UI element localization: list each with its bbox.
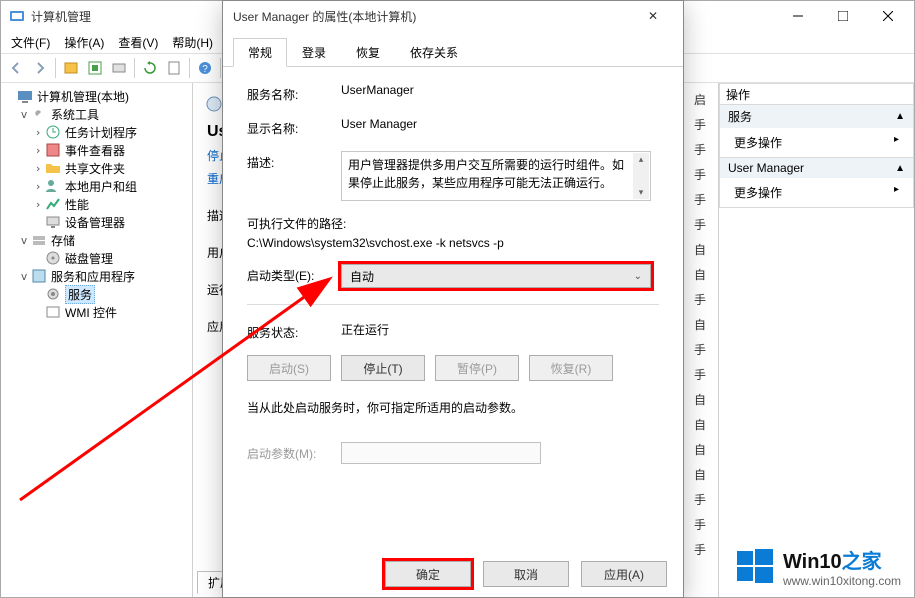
device-icon	[45, 214, 61, 230]
dialog-tabs: 常规 登录 恢复 依存关系	[223, 31, 683, 67]
description-box[interactable]: 用户管理器提供多用户交互所需要的运行时组件。如果停止此服务，某些应用程序可能无法…	[341, 151, 651, 201]
svg-text:?: ?	[202, 64, 208, 75]
tree-wmi[interactable]: WMI 控件	[65, 304, 117, 321]
tree-storage[interactable]: 存储	[51, 232, 75, 249]
action-more-1[interactable]: 更多操作▸	[720, 128, 913, 157]
tab-dependencies[interactable]: 依存关系	[395, 38, 473, 67]
tree-root[interactable]: 计算机管理(本地)	[37, 88, 129, 105]
action-section-usermanager[interactable]: User Manager▲	[720, 158, 913, 178]
params-note: 当从此处启动服务时，你可指定所适用的启动参数。	[247, 399, 659, 416]
action-header: 操作	[719, 83, 914, 105]
collapse-icon: ▲	[895, 111, 905, 122]
start-service-button: 启动(S)	[247, 355, 331, 381]
action-section-services[interactable]: 服务▲	[720, 105, 913, 128]
tb-icon-2[interactable]	[84, 57, 106, 79]
resume-service-button: 恢复(R)	[529, 355, 613, 381]
tb-icon-1[interactable]	[60, 57, 82, 79]
startup-type-value: 自动	[350, 268, 374, 285]
label-description: 描述:	[247, 151, 341, 171]
clock-icon	[45, 124, 61, 140]
tree-disk-mgmt[interactable]: 磁盘管理	[65, 250, 113, 267]
maximize-button[interactable]	[820, 2, 865, 30]
folder-icon	[45, 160, 61, 176]
refresh-button[interactable]	[139, 57, 161, 79]
label-startup-type: 启动类型(E):	[247, 264, 341, 284]
close-button[interactable]	[865, 2, 910, 30]
service-properties-dialog: User Manager 的属性(本地计算机) ✕ 常规 登录 恢复 依存关系 …	[222, 0, 684, 598]
label-start-params: 启动参数(M):	[247, 442, 341, 462]
action-more-2[interactable]: 更多操作▸	[720, 178, 913, 207]
chevron-down-icon: ⌄	[634, 271, 642, 282]
win10-logo-icon	[735, 547, 775, 587]
tree-performance[interactable]: 性能	[65, 196, 89, 213]
back-button[interactable]	[5, 57, 27, 79]
menu-action[interactable]: 操作(A)	[58, 32, 110, 53]
label-status: 服务状态:	[247, 321, 341, 341]
wmi-icon	[45, 304, 61, 320]
start-params-input	[341, 442, 541, 464]
tree-task-scheduler[interactable]: 任务计划程序	[65, 124, 137, 141]
storage-icon	[31, 232, 47, 248]
computer-icon	[17, 88, 33, 104]
value-display-name: User Manager	[341, 117, 659, 131]
ok-button[interactable]: 确定	[385, 561, 471, 587]
event-icon	[45, 142, 61, 158]
forward-button[interactable]	[29, 57, 51, 79]
stop-service-button[interactable]: 停止(T)	[341, 355, 425, 381]
tree-services-apps[interactable]: 服务和应用程序	[51, 268, 135, 285]
users-icon	[45, 178, 61, 194]
tree-pane: 计算机管理(本地) v系统工具 ›任务计划程序 ›事件查看器 ›共享文件夹 ›本…	[1, 83, 193, 597]
tree-shared-folders[interactable]: 共享文件夹	[65, 160, 125, 177]
menu-help[interactable]: 帮助(H)	[166, 32, 219, 53]
label-service-name: 服务名称:	[247, 83, 341, 103]
cancel-button[interactable]: 取消	[483, 561, 569, 587]
pause-service-button: 暂停(P)	[435, 355, 519, 381]
tab-general[interactable]: 常规	[233, 38, 287, 67]
help-button[interactable]: ?	[194, 57, 216, 79]
apply-button[interactable]: 应用(A)	[581, 561, 667, 587]
wrench-icon	[31, 106, 47, 122]
label-display-name: 显示名称:	[247, 117, 341, 137]
value-service-name: UserManager	[341, 83, 659, 97]
value-status: 正在运行	[341, 321, 659, 338]
minimize-button[interactable]	[775, 2, 820, 30]
tree-local-users[interactable]: 本地用户和组	[65, 178, 137, 195]
tree-device-manager[interactable]: 设备管理器	[65, 214, 125, 231]
startup-type-column-slice: 启 手 手 手 手 手 自 自 手 自 手 手 自 自 自 自 手 手 手	[694, 85, 718, 597]
services-header-icon	[205, 95, 223, 113]
dialog-title: User Manager 的属性(本地计算机)	[233, 8, 416, 25]
action-pane: 操作 服务▲ 更多操作▸ User Manager▲ 更多操作▸	[719, 83, 914, 597]
tb-icon-3[interactable]	[108, 57, 130, 79]
tab-logon[interactable]: 登录	[287, 38, 341, 67]
label-exec-path: 可执行文件的路径:	[247, 215, 659, 232]
services-apps-icon	[31, 268, 47, 284]
value-exec-path: C:\Windows\system32\svchost.exe -k netsv…	[247, 236, 659, 250]
tree-services[interactable]: 服务	[65, 285, 95, 304]
gear-icon	[45, 286, 61, 302]
menu-file[interactable]: 文件(F)	[5, 32, 56, 53]
dialog-close-button[interactable]: ✕	[633, 2, 673, 30]
dialog-titlebar: User Manager 的属性(本地计算机) ✕	[223, 1, 683, 31]
watermark: Win10之家 www.win10xitong.com	[735, 545, 901, 588]
disk-icon	[45, 250, 61, 266]
watermark-url: www.win10xitong.com	[783, 574, 901, 588]
tb-icon-5[interactable]	[163, 57, 185, 79]
menu-view[interactable]: 查看(V)	[112, 32, 164, 53]
tree-event-viewer[interactable]: 事件查看器	[65, 142, 125, 159]
tab-recovery[interactable]: 恢复	[341, 38, 395, 67]
scrollbar[interactable]: ▴▾	[633, 153, 649, 199]
collapse-icon: ▲	[895, 163, 905, 174]
tree-system-tools[interactable]: 系统工具	[51, 106, 99, 123]
perf-icon	[45, 196, 61, 212]
app-icon	[9, 8, 25, 24]
startup-type-select[interactable]: 自动 ⌄	[341, 264, 651, 288]
